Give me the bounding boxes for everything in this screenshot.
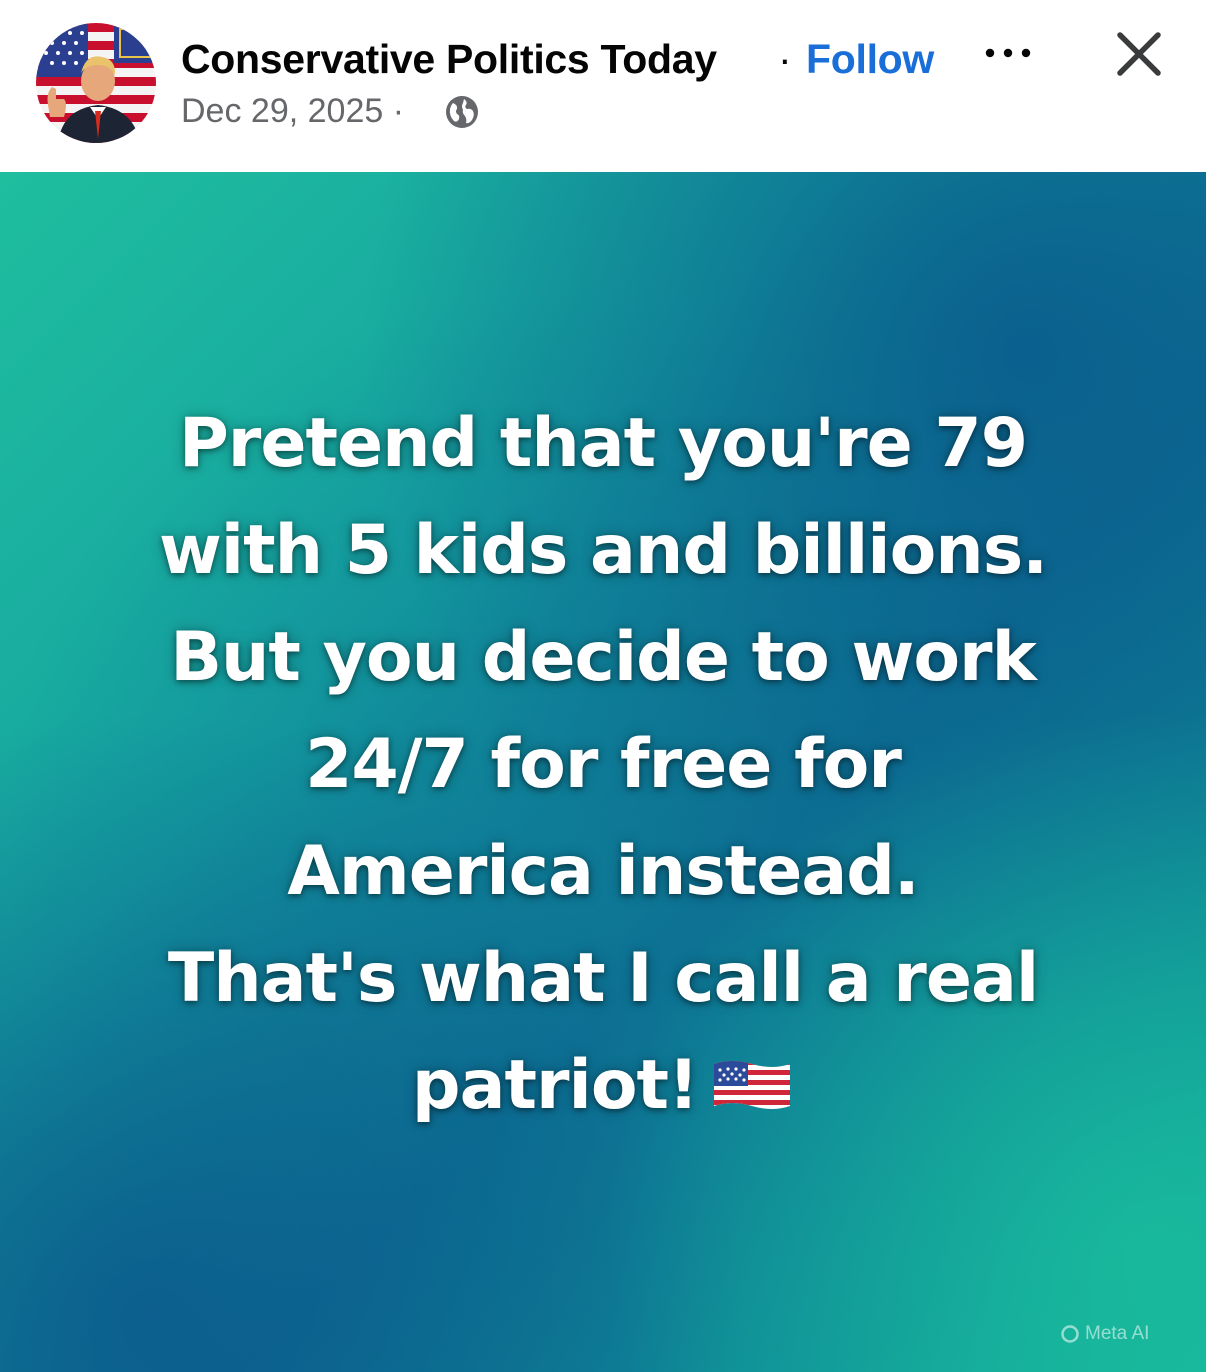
meta-ai-watermark: Meta AI [1060,1322,1149,1346]
page-name-link[interactable]: Conservative Politics Today [181,36,717,83]
globe-icon [446,96,478,128]
caption-line: That's what I call a real [167,939,1039,1018]
avatar-image [36,23,156,143]
meta-ai-ring-icon [1061,1325,1079,1343]
audience-public-indicator [444,94,480,130]
caption-line: 24/7 for free for [305,725,902,804]
follow-button[interactable]: Follow [806,36,934,83]
caption-line: Pretend that you're 79 [178,404,1028,483]
caption-line: But you decide to work [170,618,1037,697]
more-options-button[interactable] [982,38,1034,68]
page-avatar[interactable] [36,23,156,143]
us-flag-icon [714,1061,791,1109]
separator-dot: · [778,36,792,82]
post-header: Conservative Politics Today · Follow Dec… [0,0,1206,172]
close-icon [1117,32,1161,76]
caption-line-last: patriot! [60,1032,1146,1139]
post-image[interactable]: Pretend that you're 79 with 5 kids and b… [0,172,1206,1372]
post-viewer: Conservative Politics Today · Follow Dec… [0,0,1206,1372]
caption-line: with 5 kids and billions. [158,511,1048,590]
close-button[interactable] [1114,29,1164,79]
post-date[interactable]: Dec 29, 2025 · [181,92,404,131]
caption-line: America instead. [287,832,920,911]
caption-line: patriot! [411,1046,699,1125]
post-caption-text: Pretend that you're 79 with 5 kids and b… [60,390,1146,1139]
more-horizontal-icon [985,48,1031,58]
watermark-text: Meta AI [1085,1323,1150,1344]
